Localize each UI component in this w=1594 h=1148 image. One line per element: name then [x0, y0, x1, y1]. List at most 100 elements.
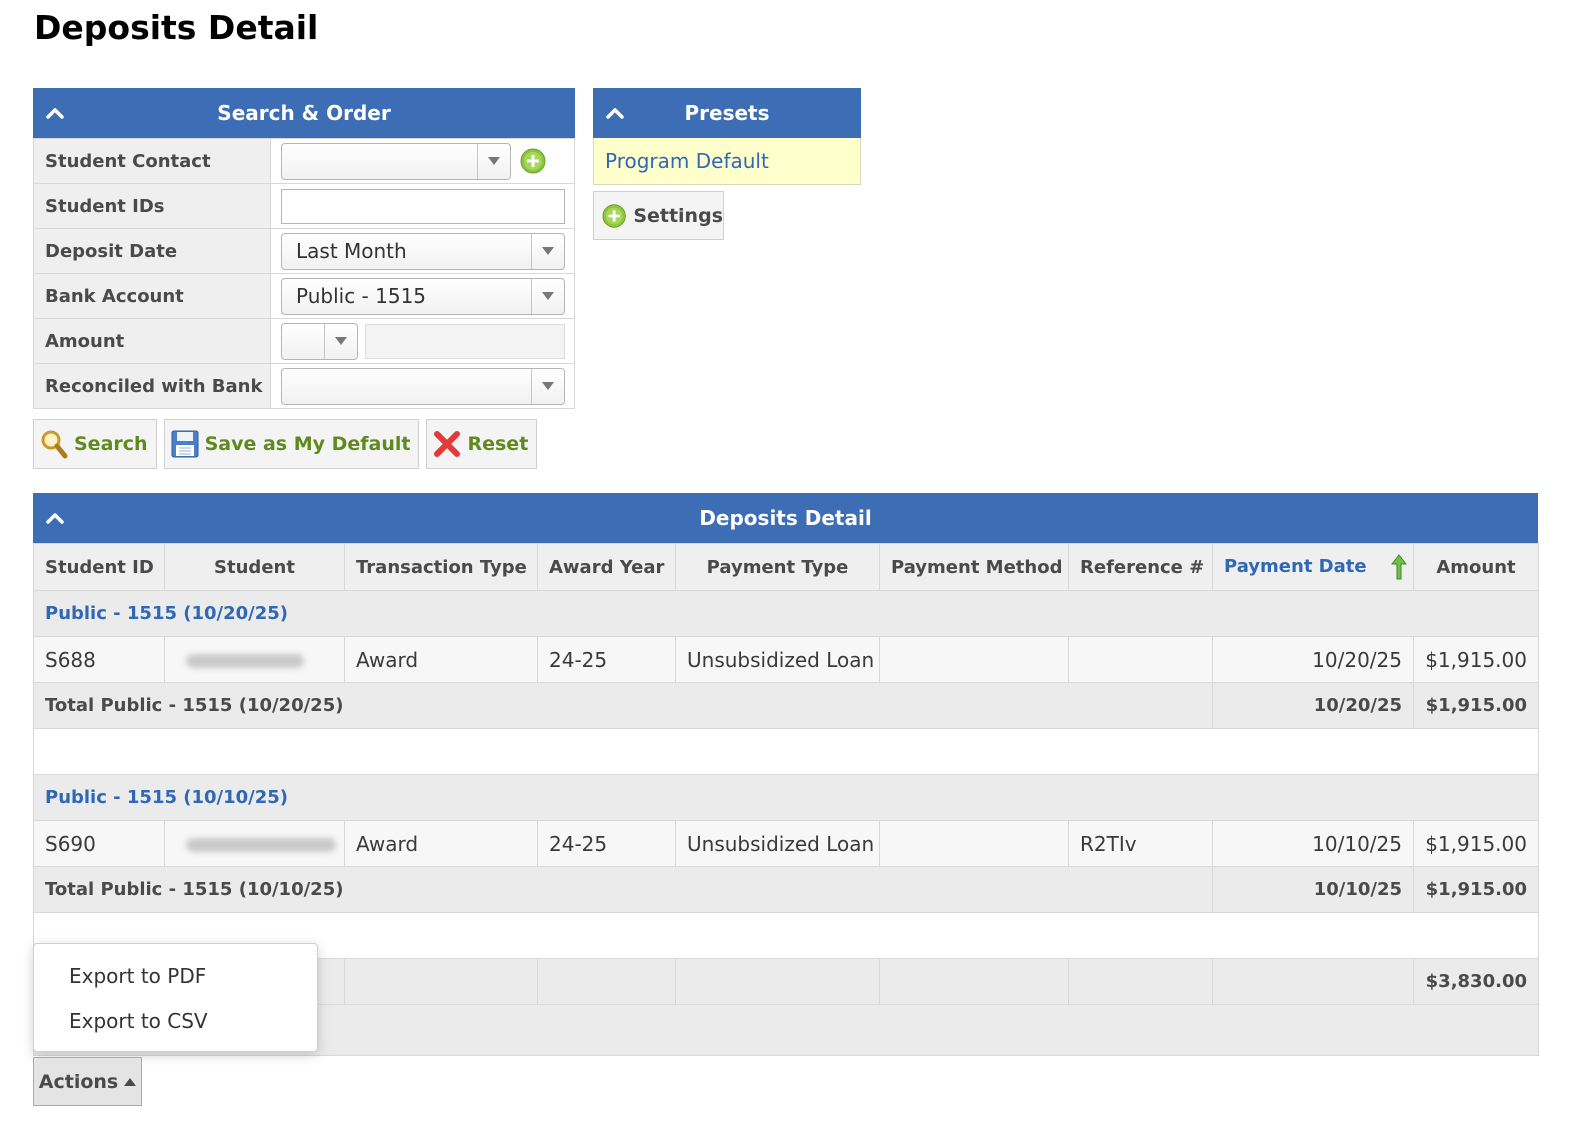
cell-payment-type: Unsubsidized Loan: [675, 636, 880, 683]
bank-account-label: Bank Account: [33, 273, 271, 319]
col-award-year[interactable]: Award Year: [537, 543, 676, 591]
collapse-icon[interactable]: [45, 104, 65, 122]
presets-title: Presets: [684, 101, 770, 125]
caret-up-icon: [124, 1077, 137, 1086]
cell-award-year: 24-25: [537, 636, 676, 683]
close-icon: [434, 431, 461, 457]
cell-reference: [1068, 636, 1213, 683]
settings-button[interactable]: Settings: [593, 191, 724, 240]
group-total-row: Total Public - 1515 (10/20/25) 10/20/25 …: [33, 682, 1539, 729]
group-total-label: Total Public - 1515 (10/20/25): [33, 682, 1213, 729]
presets-header[interactable]: Presets: [593, 88, 861, 138]
search-form: Student Contact Student IDs Deposit Date…: [33, 138, 575, 409]
col-amount[interactable]: Amount: [1413, 543, 1539, 591]
deposit-date-value: Last Month: [296, 238, 407, 263]
save-default-button[interactable]: Save as My Default: [163, 419, 420, 469]
export-csv-item[interactable]: Export to CSV: [34, 999, 317, 1044]
save-icon: [171, 430, 199, 458]
bank-account-select[interactable]: Public - 1515: [281, 277, 565, 315]
amount-label: Amount: [33, 318, 271, 364]
group-header-row: Public - 1515 (10/20/25): [33, 590, 1539, 637]
redacted-name: [186, 838, 336, 852]
cell-award-year: 24-25: [537, 820, 676, 867]
amount-input[interactable]: [365, 323, 565, 359]
amount-operator-select[interactable]: [281, 322, 358, 360]
page-title: Deposits Detail: [34, 8, 319, 47]
group-header[interactable]: Public - 1515 (10/20/25): [33, 590, 1539, 637]
col-payment-date[interactable]: Payment Date: [1212, 543, 1414, 591]
col-transaction-type[interactable]: Transaction Type: [344, 543, 538, 591]
search-order-header[interactable]: Search & Order: [33, 88, 575, 138]
group-total-row: Total Public - 1515 (10/10/25) 10/10/25 …: [33, 866, 1539, 913]
export-pdf-item[interactable]: Export to PDF: [34, 954, 317, 999]
cell-payment-date: 10/10/25: [1212, 820, 1414, 867]
col-payment-date-label: Payment Date: [1224, 556, 1367, 577]
student-ids-label: Student IDs: [33, 183, 271, 229]
cell-payment-date: 10/20/25: [1212, 636, 1414, 683]
col-student-id[interactable]: Student ID: [33, 543, 165, 591]
col-reference[interactable]: Reference #: [1068, 543, 1213, 591]
table-row[interactable]: S690 Award 24-25 Unsubsidized Loan R2TIv…: [33, 820, 1539, 867]
actions-menu: Export to PDF Export to CSV: [33, 943, 318, 1052]
student-ids-input[interactable]: [281, 188, 565, 224]
reconciled-label: Reconciled with Bank: [33, 363, 271, 409]
bank-account-value: Public - 1515: [296, 283, 427, 308]
table-header-row: Student ID Student Transaction Type Awar…: [33, 543, 1539, 591]
group-total-label: Total Public - 1515 (10/10/25): [33, 866, 1213, 913]
amount-row: Amount: [33, 318, 575, 364]
redacted-name: [186, 654, 304, 668]
save-default-label: Save as My Default: [204, 433, 411, 455]
add-contact-icon[interactable]: [520, 148, 546, 174]
deposit-date-row: Deposit Date Last Month: [33, 228, 575, 274]
search-button[interactable]: Search: [33, 419, 157, 469]
chevron-down-icon: [531, 368, 564, 404]
chevron-down-icon: [531, 233, 564, 269]
add-icon: [602, 203, 626, 228]
cell-transaction-type: Award: [344, 636, 538, 683]
table-row[interactable]: S688 Award 24-25 Unsubsidized Loan 10/20…: [33, 636, 1539, 683]
cell-amount: $1,915.00: [1413, 820, 1539, 867]
reconciled-select[interactable]: [281, 367, 565, 405]
spacer-row: [33, 728, 1539, 775]
cell-payment-method: [879, 820, 1069, 867]
cell-student: [164, 636, 345, 683]
deposits-detail-header[interactable]: Deposits Detail: [33, 493, 1538, 543]
chevron-down-icon: [477, 143, 510, 179]
group-total-amount: $1,915.00: [1413, 682, 1539, 729]
deposit-date-label: Deposit Date: [33, 228, 271, 274]
student-contact-label: Student Contact: [33, 138, 271, 184]
search-order-title: Search & Order: [217, 101, 391, 125]
cell-student-id: S690: [33, 820, 165, 867]
deposits-detail-title: Deposits Detail: [699, 506, 872, 530]
cell-reference: R2TIv: [1068, 820, 1213, 867]
reconciled-row: Reconciled with Bank: [33, 363, 575, 409]
col-payment-type[interactable]: Payment Type: [675, 543, 880, 591]
actions-button[interactable]: Actions: [33, 1057, 142, 1106]
chevron-down-icon: [324, 323, 357, 359]
group-total-date: 10/10/25: [1212, 866, 1414, 913]
search-button-label: Search: [74, 433, 148, 455]
group-total-amount: $1,915.00: [1413, 866, 1539, 913]
bank-account-row: Bank Account Public - 1515: [33, 273, 575, 319]
actions-button-label: Actions: [38, 1070, 119, 1093]
student-ids-row: Student IDs: [33, 183, 575, 229]
presets-panel: Presets Program Default: [593, 88, 861, 185]
search-order-panel: Search & Order Student Contact Student I…: [33, 88, 575, 409]
chevron-down-icon: [531, 278, 564, 314]
col-student[interactable]: Student: [164, 543, 345, 591]
group-header[interactable]: Public - 1515 (10/10/25): [33, 774, 1539, 821]
reset-button[interactable]: Reset: [426, 419, 538, 469]
magnifier-icon: [41, 430, 68, 459]
cell-amount: $1,915.00: [1413, 636, 1539, 683]
deposit-date-select[interactable]: Last Month: [281, 232, 565, 270]
col-payment-method[interactable]: Payment Method: [879, 543, 1069, 591]
group-total-date: 10/20/25: [1212, 682, 1414, 729]
grand-total-amount: $3,830.00: [1413, 958, 1539, 1005]
preset-program-default[interactable]: Program Default: [593, 138, 861, 185]
student-contact-select[interactable]: [281, 142, 511, 180]
settings-label: Settings: [633, 204, 723, 227]
collapse-icon[interactable]: [45, 509, 65, 527]
collapse-icon[interactable]: [605, 104, 625, 122]
student-contact-row: Student Contact: [33, 138, 575, 184]
cell-transaction-type: Award: [344, 820, 538, 867]
